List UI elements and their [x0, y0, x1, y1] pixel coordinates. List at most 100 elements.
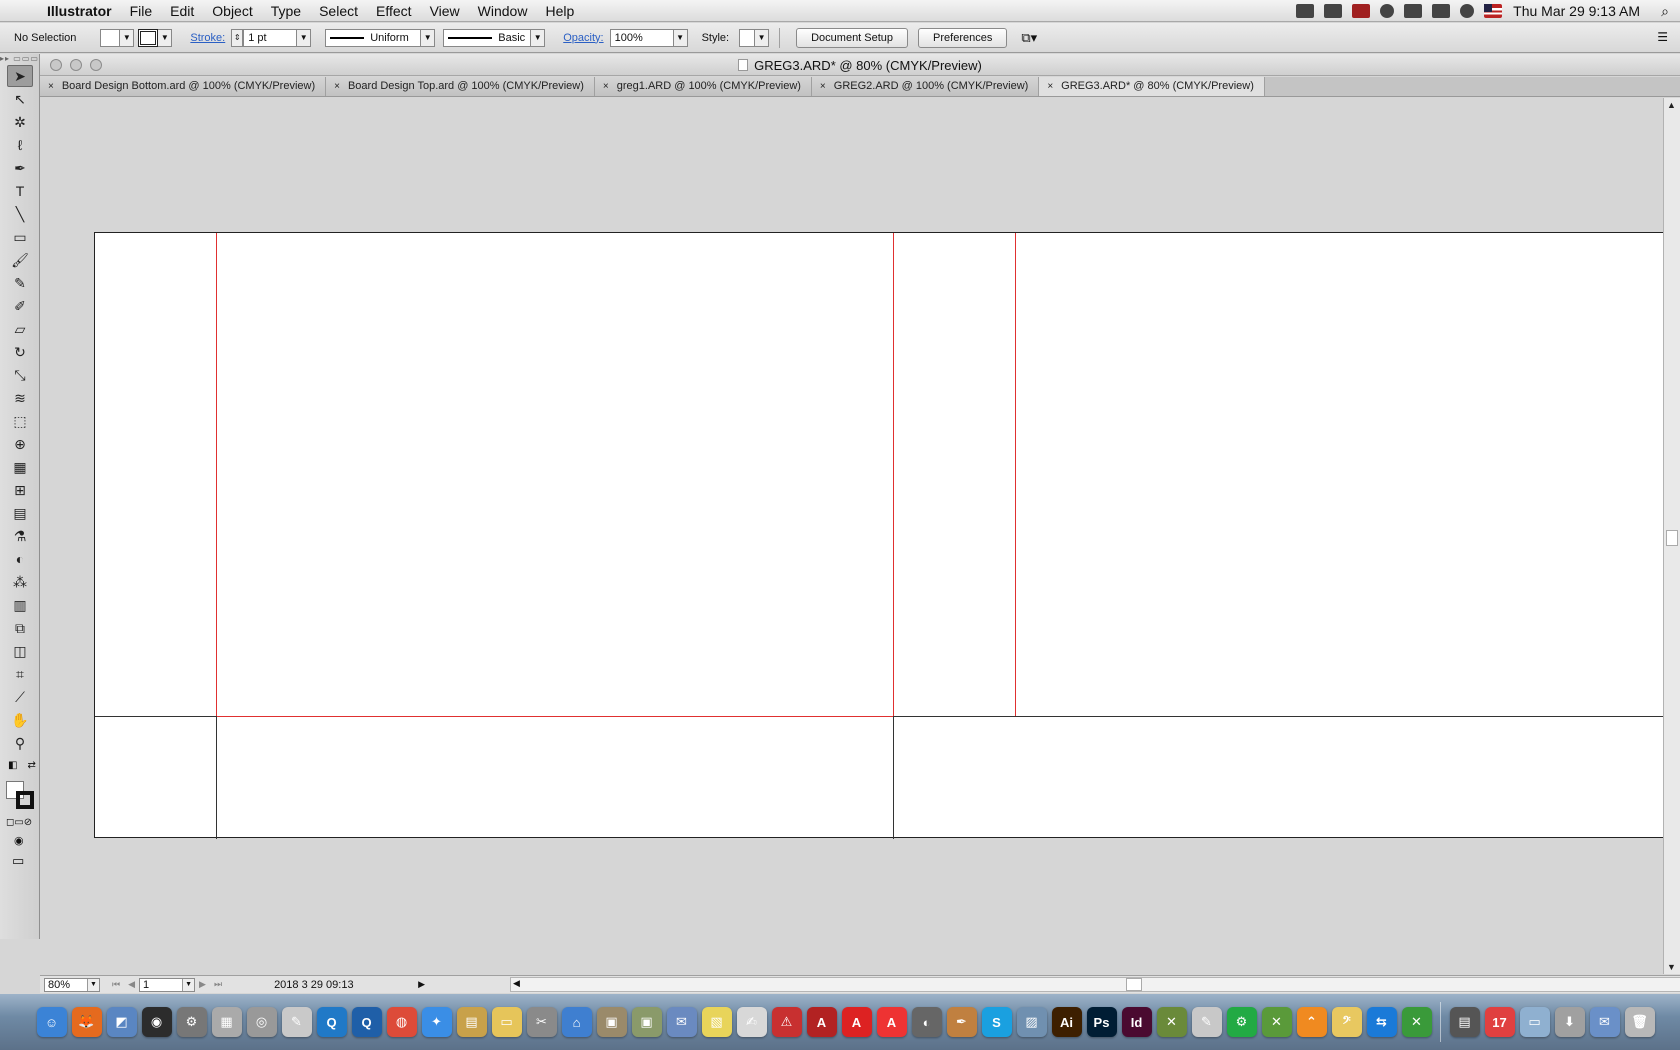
firefox-icon[interactable]: 🦊 — [71, 1007, 102, 1037]
menu-file[interactable]: File — [121, 0, 162, 22]
artboard[interactable] — [94, 232, 1663, 839]
first-artboard-icon[interactable]: ⏮ — [112, 979, 120, 990]
home-icon[interactable]: ⌂ — [561, 1007, 592, 1037]
opacity-dropdown[interactable]: ▼ — [673, 28, 688, 47]
textedit-icon[interactable]: ✍ — [736, 1007, 767, 1037]
screen-mode-icon[interactable]: ▭ — [12, 853, 39, 869]
shape-builder-tool[interactable]: ⊕ — [7, 433, 33, 455]
hand-tool[interactable]: ✋ — [7, 709, 33, 731]
tab-greg1[interactable]: × greg1.ARD @ 100% (CMYK/Preview) — [594, 77, 812, 96]
column-graph-tool[interactable]: ▥ — [7, 594, 33, 616]
eraser-tool[interactable]: ▱ — [7, 318, 33, 340]
acrobat-reader-icon[interactable]: A — [841, 1007, 872, 1037]
tab-close-icon[interactable]: × — [603, 81, 609, 92]
stroke-weight-dropdown[interactable]: ▼ — [297, 28, 312, 47]
transmit-icon[interactable]: ⌃ — [1296, 1007, 1327, 1037]
documents-folder-icon[interactable]: ▭ — [1519, 1007, 1550, 1037]
fill-swatch[interactable] — [100, 28, 121, 47]
stroke-panel-link[interactable]: Stroke: — [190, 32, 225, 44]
zoom-tool[interactable]: ⚲ — [7, 732, 33, 754]
opacity-field[interactable]: 100% — [609, 28, 674, 47]
vertical-scroll-thumb[interactable] — [1666, 530, 1678, 546]
guide-vertical[interactable] — [893, 233, 894, 716]
color-mode-icons[interactable]: ◻▭⊘ — [6, 817, 39, 828]
chrome-icon[interactable]: ◍ — [386, 1007, 417, 1037]
type-tool[interactable]: T — [7, 180, 33, 202]
arrange-documents-icon[interactable]: ⧉▾ — [1021, 30, 1037, 46]
battery-icon[interactable] — [1432, 4, 1451, 18]
symbol-sprayer-tool[interactable]: ⁂ — [7, 571, 33, 593]
graphic-style-swatch[interactable] — [739, 28, 756, 47]
tab-greg3[interactable]: × GREG3.ARD* @ 80% (CMYK/Preview) — [1039, 77, 1265, 96]
gradient-tool[interactable]: ▤ — [7, 502, 33, 524]
pen-tool[interactable]: ✒ — [7, 157, 33, 179]
flag-icon[interactable] — [1484, 4, 1503, 18]
artboard-dropdown[interactable]: ▼ — [182, 978, 195, 991]
menu-select[interactable]: Select — [310, 0, 367, 22]
panel-edge-line[interactable] — [893, 716, 894, 839]
panel-menu-icon[interactable]: ☰ — [1657, 30, 1668, 44]
menu-view[interactable]: View — [421, 0, 469, 22]
stroke-weight-field[interactable]: 1 pt — [243, 28, 298, 47]
quicktime-7-icon[interactable]: Q — [351, 1007, 382, 1037]
horizontal-scroll-thumb[interactable] — [1126, 978, 1142, 991]
installer-icon[interactable]: ▣ — [596, 1007, 627, 1037]
slice-tool[interactable]: ◫ — [7, 640, 33, 662]
tab-close-icon[interactable]: × — [48, 81, 54, 92]
draw-mode-icon[interactable]: ◉ — [14, 834, 39, 847]
stroke-weight-stepper[interactable]: ⇕ — [231, 28, 244, 47]
system-preferences-icon[interactable]: ⚙ — [1226, 1007, 1257, 1037]
paintbrush-tool[interactable]: 🖌 — [7, 249, 33, 271]
illustrator-icon[interactable]: Ai — [1051, 1007, 1082, 1037]
stroke-dropdown[interactable]: ▼ — [158, 28, 173, 47]
mail-icon[interactable]: ✉ — [1589, 1007, 1620, 1037]
menu-help[interactable]: Help — [536, 0, 583, 22]
teamviewer-icon[interactable]: ⇆ — [1366, 1007, 1397, 1037]
free-transform-tool[interactable]: ⬚ — [7, 410, 33, 432]
tab-board-design-top[interactable]: × Board Design Top.ard @ 100% (CMYK/Previ… — [326, 77, 595, 96]
preview-icon[interactable]: ◩ — [106, 1007, 137, 1037]
finder-icon[interactable]: ☺ — [36, 1007, 67, 1037]
tab-board-design-bottom[interactable]: × Board Design Bottom.ard @ 100% (CMYK/Pr… — [40, 77, 327, 96]
downloads-stack-icon[interactable]: ⬇ — [1554, 1007, 1585, 1037]
menu-window[interactable]: Window — [469, 0, 537, 22]
panel-edge-line[interactable] — [216, 716, 217, 839]
scale-tool[interactable]: ⤡ — [7, 364, 33, 386]
dvd-player-icon[interactable]: ◎ — [246, 1007, 277, 1037]
artboard-number-field[interactable]: 1 ▼ — [139, 977, 196, 992]
scroll-down-icon[interactable]: ▼ — [1667, 962, 1676, 972]
system-info-icon[interactable]: ⚙ — [176, 1007, 207, 1037]
panel-edge-line[interactable] — [95, 716, 216, 717]
paw-icon[interactable] — [1380, 4, 1395, 18]
mail-stamp-icon[interactable]: ✉ — [666, 1007, 697, 1037]
scroll-up-icon[interactable]: ▲ — [1667, 100, 1676, 110]
x11-icon[interactable]: ✕ — [1156, 1007, 1187, 1037]
direct-selection-tool[interactable]: ↖ — [7, 88, 33, 110]
image-capture-icon[interactable]: ▨ — [1016, 1007, 1047, 1037]
document-setup-button[interactable]: Document Setup — [796, 27, 909, 48]
magic-wand-tool[interactable]: ✲ — [7, 111, 33, 133]
menu-object[interactable]: Object — [203, 0, 261, 22]
notes-icon[interactable]: ▤ — [456, 1007, 487, 1037]
tab-close-icon[interactable]: × — [820, 81, 826, 92]
next-artboard-icon[interactable]: ▶ — [199, 979, 206, 990]
profile-dropdown[interactable]: ▼ — [421, 28, 436, 47]
opacity-panel-link[interactable]: Opacity: — [563, 32, 603, 44]
spotlight-icon[interactable]: ⌕ — [1650, 3, 1680, 20]
default-colors-icon[interactable]: ◧ — [8, 760, 17, 771]
package-icon[interactable]: ▣ — [631, 1007, 662, 1037]
sync-icon[interactable] — [1460, 4, 1475, 18]
variable-width-profile[interactable]: Uniform — [325, 28, 422, 47]
lasso-tool[interactable]: ℓ — [7, 134, 33, 156]
knife-tool[interactable]: ⟋ — [7, 686, 33, 708]
preferences-button[interactable]: Preferences — [918, 27, 1008, 48]
perspective-grid-tool[interactable]: ▦ — [7, 456, 33, 478]
script-editor-icon[interactable]: ✎ — [281, 1007, 312, 1037]
stroke-swatch[interactable] — [138, 28, 159, 47]
rectangle-tool[interactable]: ▭ — [7, 226, 33, 248]
guide-vertical[interactable] — [1015, 233, 1016, 716]
stroke-color-box[interactable] — [16, 791, 34, 809]
artboard-tool[interactable]: ⧉ — [7, 617, 33, 639]
tab-close-icon[interactable]: × — [1047, 81, 1053, 92]
scroll-left-icon[interactable]: ◀ — [513, 978, 520, 989]
